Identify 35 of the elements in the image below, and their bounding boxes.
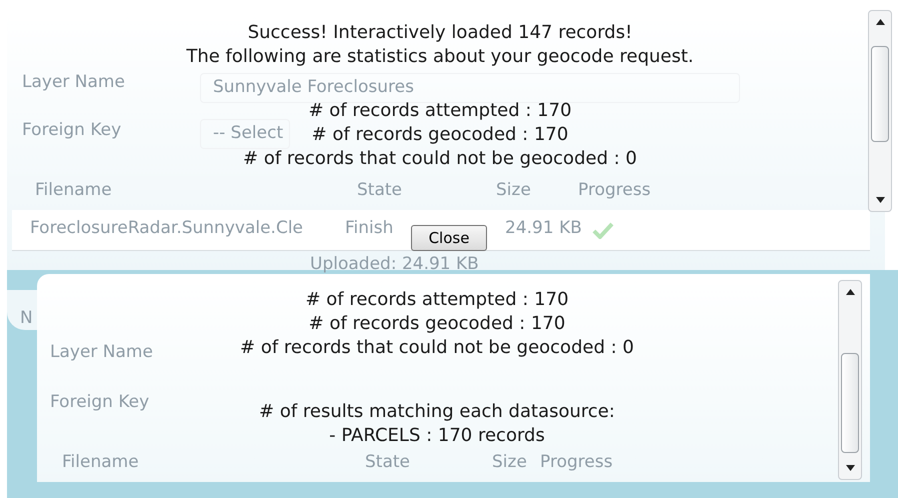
column-header: Filename bbox=[62, 452, 139, 472]
scrollbar-thumb[interactable] bbox=[841, 353, 859, 453]
message-text: # of results matching each datasource: bbox=[259, 400, 615, 424]
table-cell: ForeclosureRadar.Sunnyvale.Cle bbox=[30, 218, 304, 238]
message-text: The following are statistics about your geocode request. bbox=[186, 45, 694, 69]
scroll-down-icon[interactable] bbox=[876, 197, 885, 203]
table-cell: 24.91 KB bbox=[505, 218, 582, 238]
message-text: # of records geocoded : 170 bbox=[312, 123, 568, 147]
scrollbar-thumb[interactable] bbox=[871, 46, 889, 142]
message-text: # of records that could not be geocoded : 0 bbox=[243, 147, 637, 171]
column-header: Size bbox=[492, 452, 527, 472]
tab-label: N bbox=[20, 308, 33, 328]
scroll-up-icon[interactable] bbox=[846, 289, 855, 295]
message-text: # of records that could not be geocoded : 0 bbox=[240, 336, 634, 360]
column-header: State bbox=[357, 180, 402, 200]
close-button[interactable]: Close bbox=[411, 225, 487, 251]
column-header: Size bbox=[496, 180, 531, 200]
message-text: - PARCELS : 170 records bbox=[329, 424, 545, 448]
message-text: # of records geocoded : 170 bbox=[308, 312, 566, 336]
column-header: State bbox=[365, 452, 410, 472]
table-cell: Finish bbox=[345, 218, 394, 238]
foreign-key-dropdown[interactable]: -- Select bbox=[200, 119, 290, 149]
status-text: Uploaded: 24.91 KB bbox=[310, 254, 479, 274]
scroll-up-icon[interactable] bbox=[876, 19, 885, 25]
field-label: Foreign Key bbox=[50, 392, 150, 412]
message-text: # of records attempted : 170 bbox=[305, 288, 569, 312]
scroll-down-icon[interactable] bbox=[846, 465, 855, 471]
layer-name-dropdown[interactable]: Sunnyvale Foreclosures bbox=[200, 73, 740, 103]
field-label: Layer Name bbox=[50, 342, 153, 362]
column-header: Progress bbox=[540, 452, 613, 472]
message-text: Success! Interactively loaded 147 records! bbox=[248, 21, 632, 45]
field-label: Layer Name bbox=[22, 72, 125, 92]
column-header: Filename bbox=[35, 180, 112, 200]
field-label: Foreign Key bbox=[22, 120, 122, 140]
column-header: Progress bbox=[578, 180, 651, 200]
